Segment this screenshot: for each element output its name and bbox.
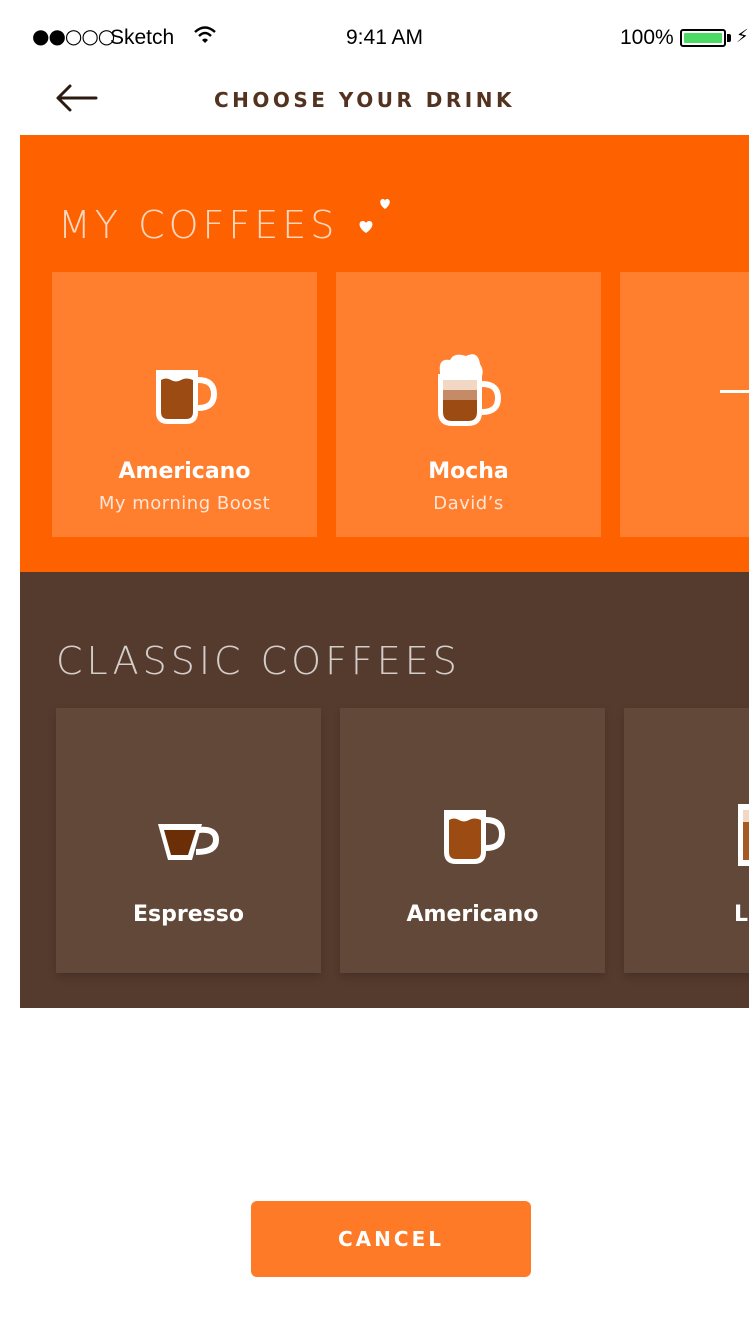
battery-percent: 100% bbox=[620, 26, 674, 49]
card-subtitle: My morning Boost bbox=[98, 493, 271, 514]
card-name: Americano bbox=[118, 459, 251, 484]
classic-coffee-card-latte[interactable]: L bbox=[624, 708, 749, 973]
cancel-label: CANCEL bbox=[338, 1227, 444, 1251]
americano-mug-icon bbox=[152, 366, 218, 432]
classic-coffee-card-americano[interactable]: Americano bbox=[340, 708, 605, 973]
status-bar: ●●○○○ Sketch 9:41 AM 100% ⚡ bbox=[20, 16, 749, 56]
espresso-cup-icon bbox=[156, 820, 222, 868]
clock: 9:41 AM bbox=[346, 26, 424, 49]
add-coffee-card[interactable] bbox=[620, 272, 749, 537]
card-name: L bbox=[734, 902, 749, 927]
classic-coffees-title: CLASSIC COFFEES bbox=[56, 639, 461, 683]
my-coffees-section: MY COFFEES Americano My morning Boost Mo… bbox=[20, 135, 749, 572]
plus-icon bbox=[720, 390, 749, 393]
classic-coffees-section: CLASSIC COFFEES Espresso Americano L bbox=[20, 572, 749, 1008]
page-title: CHOOSE YOUR DRINK bbox=[213, 88, 515, 112]
latte-glass-icon bbox=[734, 800, 749, 874]
nav-bar: CHOOSE YOUR DRINK bbox=[20, 56, 749, 135]
signal-strength: ●●○○○ bbox=[32, 24, 115, 48]
hearts-icon bbox=[359, 199, 390, 233]
battery-icon bbox=[680, 29, 726, 47]
cancel-button[interactable]: CANCEL bbox=[251, 1201, 531, 1277]
card-name: Espresso bbox=[133, 902, 244, 927]
card-name: Mocha bbox=[428, 459, 509, 484]
my-coffee-card-mocha[interactable]: Mocha David’s bbox=[336, 272, 601, 537]
carrier-name: Sketch bbox=[110, 26, 175, 49]
my-coffee-card-americano[interactable]: Americano My morning Boost bbox=[52, 272, 317, 537]
americano-mug-icon bbox=[440, 806, 506, 872]
classic-coffee-card-espresso[interactable]: Espresso bbox=[56, 708, 321, 973]
charging-icon: ⚡ bbox=[736, 26, 749, 47]
battery-tip bbox=[727, 34, 731, 42]
mocha-mug-icon bbox=[434, 352, 504, 434]
card-subtitle: David’s bbox=[433, 493, 504, 514]
wifi-icon bbox=[194, 26, 216, 48]
card-name: Americano bbox=[406, 902, 539, 927]
my-coffees-title: MY COFFEES bbox=[58, 203, 339, 247]
screen: ●●○○○ Sketch 9:41 AM 100% ⚡ CHOOSE YOUR … bbox=[20, 16, 749, 1329]
